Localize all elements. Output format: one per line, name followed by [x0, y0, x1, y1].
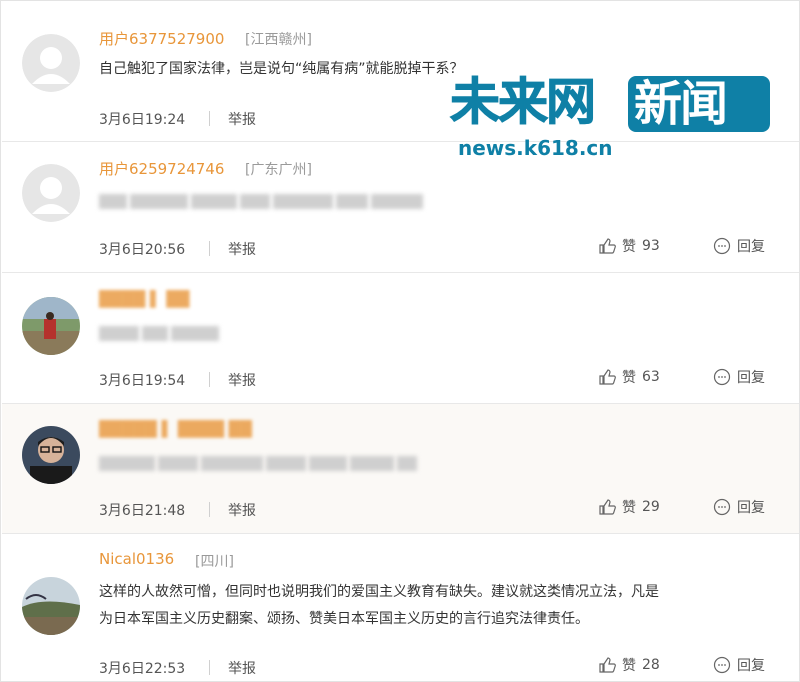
like-count: 93 — [642, 238, 660, 254]
comment-text-line-2: 为日本军国主义历史翻案、颂扬、赞美日本军国主义历史的言行追究法律责任。 — [99, 611, 589, 627]
speech-bubble-icon — [713, 237, 731, 255]
thumbs-up-icon — [599, 238, 616, 254]
divider — [209, 502, 210, 517]
watermark-badge: 新闻 — [628, 76, 770, 132]
like-count: 28 — [642, 657, 660, 673]
thumbs-up-icon — [599, 369, 616, 385]
comment-item: █████ ▌ ████ ██ 3月6日21:48 举报 赞 29 回复 — [2, 404, 799, 534]
divider — [209, 111, 210, 126]
like-count: 63 — [642, 369, 660, 385]
reply-label: 回复 — [737, 370, 765, 386]
comment-time: 3月6日19:54 — [99, 373, 186, 389]
report-button[interactable]: 举报 — [228, 658, 256, 678]
blurred-username[interactable]: ████ ▌ ██ — [99, 290, 189, 308]
comment-username[interactable]: Nical0136 — [99, 550, 174, 568]
like-button[interactable]: 赞 28 — [598, 655, 660, 675]
like-count: 29 — [642, 499, 660, 515]
report-button[interactable]: 举报 — [228, 239, 256, 259]
divider — [209, 660, 210, 675]
reply-button[interactable]: 回复 — [713, 655, 765, 675]
watermark-url: news.k618.cn — [458, 136, 613, 160]
reply-label: 回复 — [737, 658, 765, 674]
default-avatar[interactable] — [22, 34, 80, 92]
like-label: 赞 — [622, 658, 636, 674]
reply-button[interactable]: 回复 — [713, 236, 765, 256]
thumbs-up-icon — [599, 657, 616, 673]
report-button[interactable]: 举报 — [228, 370, 256, 390]
comment-region: [广东广州] — [245, 162, 312, 178]
thumbs-up-icon — [599, 499, 616, 515]
like-label: 赞 — [622, 500, 636, 516]
reply-label: 回复 — [737, 500, 765, 516]
blurred-comment-text — [99, 453, 420, 471]
default-avatar[interactable] — [22, 164, 80, 222]
comment-item: Nical0136 [四川] 这样的人故然可憎，但同时也说明我们的爱国主义教育有… — [2, 534, 799, 681]
comment-region: [四川] — [195, 554, 234, 570]
divider — [209, 241, 210, 256]
reply-button[interactable]: 回复 — [713, 497, 765, 517]
like-label: 赞 — [622, 370, 636, 386]
news-watermark-logo: 未来网 新闻 news.k618.cn — [450, 74, 780, 168]
reply-label: 回复 — [737, 239, 765, 255]
blurred-comment-text — [99, 191, 426, 209]
blurred-comment-text — [99, 323, 222, 341]
speech-bubble-icon — [713, 368, 731, 386]
watermark-brand-left: 未来网 — [450, 73, 597, 131]
comment-time: 3月6日19:24 — [99, 112, 186, 128]
blurred-username[interactable]: █████ ▌ ████ ██ — [99, 420, 252, 438]
user-avatar[interactable] — [22, 426, 80, 484]
comment-text-line-1: 这样的人故然可憎，但同时也说明我们的爱国主义教育有缺失。建议就这类情况立法，凡是 — [99, 584, 659, 600]
report-button[interactable]: 举报 — [228, 109, 256, 129]
like-button[interactable]: 赞 29 — [598, 497, 660, 517]
comment-text: 自己触犯了国家法律，岂是说句“纯属有病”就能脱掉干系？ — [99, 61, 464, 77]
speech-bubble-icon — [713, 656, 731, 674]
comment-time: 3月6日21:48 — [99, 503, 186, 519]
like-label: 赞 — [622, 239, 636, 255]
like-button[interactable]: 赞 93 — [598, 236, 660, 256]
comment-region: [江西赣州] — [245, 32, 312, 48]
divider — [209, 372, 210, 387]
user-avatar[interactable] — [22, 577, 80, 635]
comment-time: 3月6日20:56 — [99, 242, 186, 258]
comment-time: 3月6日22:53 — [99, 661, 186, 677]
comment-username[interactable]: 用户6377527900 — [99, 28, 224, 49]
like-button[interactable]: 赞 63 — [598, 367, 660, 387]
user-avatar[interactable] — [22, 297, 80, 355]
comment-item: ████ ▌ ██ 3月6日19:54 举报 赞 63 回复 — [2, 273, 799, 404]
watermark-brand-right: 新闻 — [634, 76, 728, 132]
report-button[interactable]: 举报 — [228, 500, 256, 520]
comment-username[interactable]: 用户6259724746 — [99, 158, 224, 179]
reply-button[interactable]: 回复 — [713, 367, 765, 387]
speech-bubble-icon — [713, 498, 731, 516]
